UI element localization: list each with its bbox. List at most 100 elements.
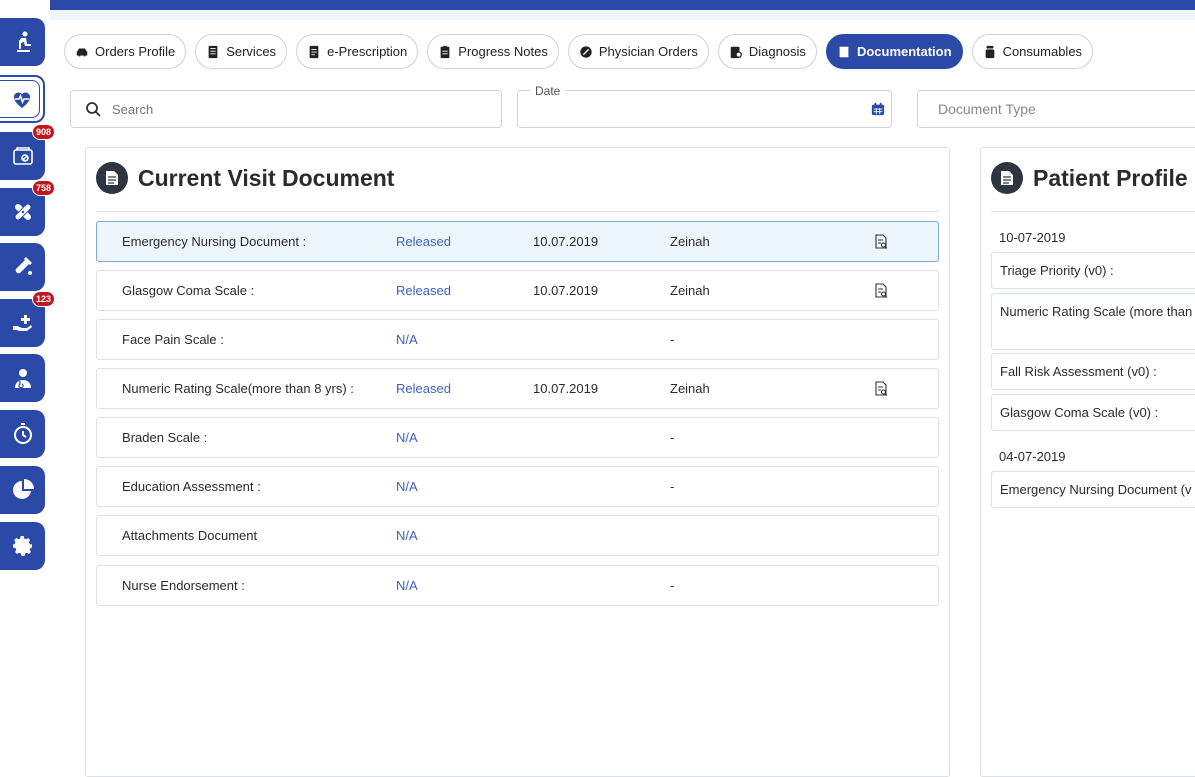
document-user: Zeinah <box>670 283 710 298</box>
date-group-label: 10-07-2019 <box>999 230 1066 245</box>
current-visit-header: Current Visit Document <box>96 162 394 194</box>
document-status[interactable]: Released <box>396 283 451 298</box>
document-user: - <box>670 332 675 347</box>
tab-label: e-Prescription <box>327 44 408 59</box>
prescription-folder-icon <box>12 147 33 165</box>
document-date: 10.07.2019 <box>533 283 599 298</box>
document-status[interactable]: N/A <box>396 430 418 445</box>
sidebar-item-timer[interactable] <box>0 410 45 458</box>
top-bar-strip <box>50 10 1195 20</box>
document-icon <box>309 45 319 58</box>
document-name: Braden Scale : <box>122 430 208 445</box>
document-name: Numeric Rating Scale(more than 8 yrs) : <box>122 381 354 396</box>
top-bar <box>50 0 1195 10</box>
patient-profile-panel: Patient Profile D 10-07-2019 Triage Prio… <box>980 147 1195 777</box>
document-status[interactable]: Released <box>396 381 451 396</box>
current-visit-panel: Current Visit Document Emergency Nursing… <box>85 147 950 777</box>
search-icon <box>86 102 101 117</box>
book-icon <box>839 46 849 57</box>
document-row[interactable]: Glasgow Coma Scale : Released 10.07.2019… <box>96 270 939 311</box>
calendar-icon[interactable] <box>871 102 885 116</box>
divider <box>96 211 939 212</box>
document-status[interactable]: N/A <box>396 578 418 593</box>
test-tube-icon <box>15 257 32 275</box>
profile-document-name: Emergency Nursing Document (v <box>1000 482 1192 497</box>
profile-document-row[interactable]: Emergency Nursing Document (v <box>991 471 1195 508</box>
date-group-label: 04-07-2019 <box>999 449 1066 464</box>
profile-document-row[interactable]: Fall Risk Assessment (v0) : <box>991 353 1195 390</box>
document-status[interactable]: N/A <box>396 528 418 543</box>
document-user: - <box>670 430 675 445</box>
panel-title: Patient Profile D <box>1033 164 1195 191</box>
document-date: 10.07.2019 <box>533 234 599 249</box>
bandage-icon <box>14 203 31 221</box>
sidebar-item-patient[interactable] <box>0 18 45 66</box>
profile-document-row[interactable]: Numeric Rating Scale (more than : <box>991 293 1195 350</box>
document-name: Face Pain Scale : <box>122 332 224 347</box>
document-row[interactable]: Emergency Nursing Document : Released 10… <box>96 221 939 262</box>
patient-bed-icon <box>16 31 31 52</box>
document-user: - <box>670 578 675 593</box>
document-row[interactable]: Braden Scale : N/A - <box>96 417 939 458</box>
badge-prescriptions: 908 <box>31 124 55 140</box>
sidebar-item-vitals[interactable] <box>0 75 45 123</box>
document-user: - <box>670 479 675 494</box>
tab-progress-notes[interactable]: Progress Notes <box>427 34 559 69</box>
sidebar-item-doctor[interactable] <box>0 354 45 402</box>
document-name: Glasgow Coma Scale : <box>122 283 255 298</box>
taxi-icon <box>76 48 88 56</box>
view-document-icon[interactable] <box>873 234 889 250</box>
view-document-icon[interactable] <box>873 283 889 299</box>
tab-label: Physician Orders <box>598 44 698 59</box>
patient-profile-header: Patient Profile D <box>991 162 1195 194</box>
search-input[interactable] <box>112 101 492 117</box>
tab-diagnosis[interactable]: Diagnosis <box>717 34 817 69</box>
tab-label: Diagnosis <box>748 44 806 59</box>
tab-bar: Orders Profile Services e-Prescription P… <box>64 34 1094 69</box>
heart-pulse-icon <box>13 92 30 108</box>
stopwatch-icon <box>13 423 32 444</box>
profile-document-name: Triage Priority (v0) : <box>1000 263 1114 278</box>
profile-document-name: Numeric Rating Scale (more than : <box>1000 304 1195 319</box>
profile-document-row[interactable]: Glasgow Coma Scale (v0) : <box>991 394 1195 431</box>
sidebar-item-lab[interactable] <box>0 243 45 291</box>
sidebar-item-prescriptions[interactable]: 908 <box>0 124 55 180</box>
tab-consumables[interactable]: Consumables <box>971 34 1094 69</box>
document-status[interactable]: N/A <box>396 479 418 494</box>
profile-document-name: Glasgow Coma Scale (v0) : <box>1000 405 1159 420</box>
tab-physician-orders[interactable]: Physician Orders <box>567 34 709 69</box>
sidebar-item-wounds[interactable]: 758 <box>0 180 55 236</box>
document-date: 10.07.2019 <box>533 381 599 396</box>
tab-services[interactable]: Services <box>195 34 288 69</box>
document-status[interactable]: Released <box>396 234 451 249</box>
document-name: Attachments Document <box>122 528 258 543</box>
profile-document-row[interactable]: Triage Priority (v0) : <box>991 252 1195 289</box>
document-status[interactable]: N/A <box>396 332 418 347</box>
tab-label: Services <box>226 44 277 59</box>
tab-label: Orders Profile <box>95 44 176 59</box>
tab-documentation[interactable]: Documentation <box>825 34 963 69</box>
document-type-select[interactable]: Document Type <box>917 90 1195 128</box>
date-field[interactable]: Date <box>517 84 892 128</box>
diagnosis-icon <box>730 46 742 58</box>
sidebar-item-settings[interactable] <box>0 522 45 570</box>
badge-care: 123 <box>31 291 55 307</box>
document-row[interactable]: Attachments Document N/A <box>96 515 939 556</box>
document-row[interactable]: Nurse Endorsement : N/A - <box>96 565 939 606</box>
document-icon <box>991 162 1023 194</box>
date-label: Date <box>530 84 566 98</box>
document-type-placeholder: Document Type <box>938 101 1036 117</box>
document-row[interactable]: Education Assessment : N/A - <box>96 466 939 507</box>
document-name: Education Assessment : <box>122 479 261 494</box>
document-user: Zeinah <box>670 234 710 249</box>
view-document-icon[interactable] <box>873 381 889 397</box>
document-row[interactable]: Face Pain Scale : N/A - <box>96 319 939 360</box>
document-name: Emergency Nursing Document : <box>122 234 307 249</box>
sidebar-item-care[interactable]: 123 <box>0 291 55 347</box>
tab-orders-profile[interactable]: Orders Profile <box>64 34 187 69</box>
tab-label: Consumables <box>1002 44 1083 59</box>
document-row[interactable]: Numeric Rating Scale(more than 8 yrs) : … <box>96 368 939 409</box>
document-user: Zeinah <box>670 381 710 396</box>
tab-e-prescription[interactable]: e-Prescription <box>296 34 419 69</box>
sidebar-item-reports[interactable] <box>0 466 45 514</box>
